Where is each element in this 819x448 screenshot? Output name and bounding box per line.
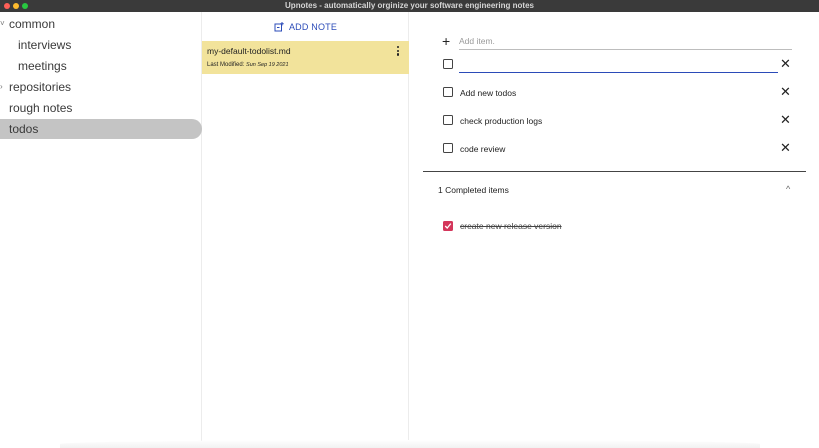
note-item[interactable]: my-default-todolist.md Last Modified: Su… (202, 41, 409, 74)
note-add-icon (274, 22, 284, 32)
todo-label[interactable]: Add new todos (460, 87, 516, 99)
plus-icon[interactable]: + (442, 34, 450, 48)
close-icon[interactable]: ✕ (780, 141, 791, 154)
todo-checkbox[interactable] (443, 143, 453, 153)
sidebar-item-label: rough notes (9, 101, 73, 115)
sidebar-item-label: todos (9, 122, 39, 136)
new-item-checkbox[interactable] (443, 59, 453, 69)
todo-label[interactable]: check production logs (460, 115, 542, 127)
note-modified-label: Last Modified: (207, 62, 245, 68)
completed-items-header[interactable]: 1 Completed items (438, 184, 509, 196)
completed-item-label[interactable]: create new release version (460, 220, 562, 232)
note-last-modified: Last Modified: Sun Sep 19 2021 (207, 62, 289, 68)
completed-checkbox[interactable] (443, 221, 453, 231)
add-item-input[interactable]: Add item. (459, 34, 792, 50)
bottom-shadow (60, 440, 760, 448)
sidebar: ˅ common interviews meetings › repositor… (0, 12, 202, 448)
checkmark-icon (444, 223, 452, 229)
todo-label[interactable]: code review (460, 143, 505, 155)
new-item-input[interactable] (459, 57, 778, 73)
divider (423, 171, 806, 172)
close-icon[interactable]: ✕ (780, 85, 791, 98)
window-title: Upnotes - automatically orginize your so… (285, 1, 534, 10)
add-note-label: ADD NOTE (288, 22, 338, 32)
sidebar-item-label: common (9, 17, 56, 31)
sidebar-item-label: repositories (9, 80, 72, 94)
note-modified-date: Sun Sep 19 2021 (246, 62, 289, 68)
chevron-up-icon[interactable]: ^ (786, 183, 790, 195)
todo-checkbox[interactable] (443, 115, 453, 125)
kebab-menu-icon[interactable] (395, 46, 401, 58)
title-bar: Upnotes - automatically orginize your so… (0, 0, 819, 12)
sidebar-item-label: interviews (18, 38, 72, 52)
chevron-down-icon[interactable]: ˅ (0, 14, 8, 34)
sidebar-item-label: meetings (18, 59, 67, 73)
close-icon[interactable]: ✕ (780, 57, 791, 70)
todo-checkbox[interactable] (443, 87, 453, 97)
chevron-right-icon[interactable]: › (0, 77, 8, 97)
note-name: my-default-todolist.md (207, 46, 291, 56)
sidebar-item-todos[interactable]: todos (0, 119, 202, 139)
notes-list-panel: ADD NOTE my-default-todolist.md Last Mod… (202, 12, 409, 448)
add-note-button[interactable]: ADD NOTE (202, 18, 409, 36)
close-icon[interactable]: ✕ (780, 113, 791, 126)
